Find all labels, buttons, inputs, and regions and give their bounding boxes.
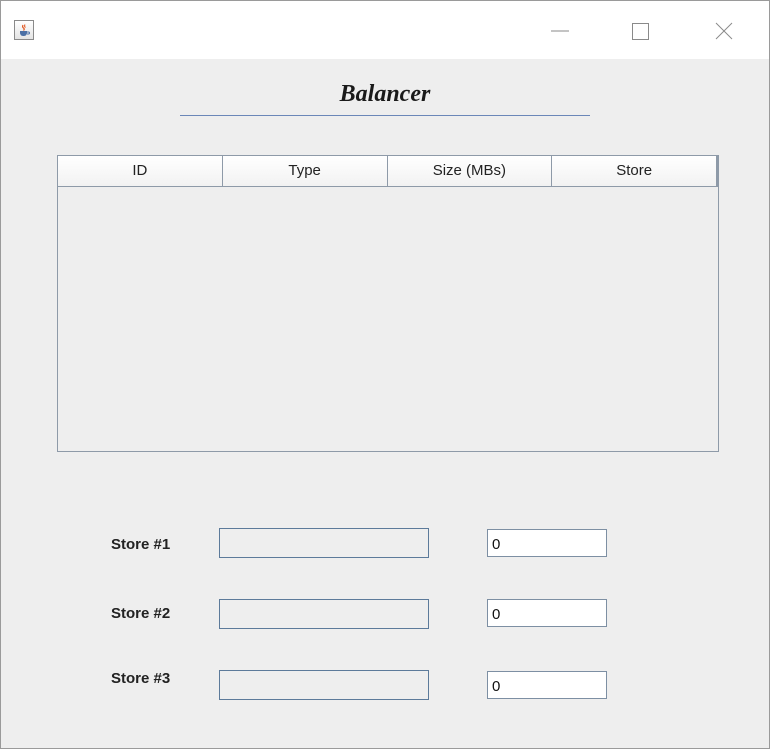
store-2-count-field[interactable]: [487, 599, 607, 627]
column-header-id[interactable]: ID: [58, 156, 223, 186]
store-3-progress-bar: [219, 670, 429, 700]
page-title: Balancer: [339, 81, 431, 107]
table-header: ID Type Size (MBs) Store: [58, 156, 718, 187]
store-1-count-field[interactable]: [487, 529, 607, 557]
app-window: Balancer ID Type Size (MBs) Store Store …: [0, 0, 770, 749]
store-2-progress-bar: [219, 599, 429, 629]
maximize-button[interactable]: [617, 15, 663, 47]
store-1-progress-bar: [219, 528, 429, 558]
minimize-button[interactable]: [537, 15, 583, 47]
store-1-label: Store #1: [111, 536, 171, 553]
column-header-store[interactable]: Store: [552, 156, 718, 186]
store-3-label: Store #3: [111, 670, 171, 687]
maximize-icon: [632, 23, 649, 40]
store-2-label: Store #2: [111, 605, 171, 622]
close-icon: [715, 22, 733, 40]
minimize-icon: [551, 30, 569, 32]
title-bar[interactable]: [1, 1, 769, 59]
java-cup-icon[interactable]: [14, 20, 34, 40]
store-3-count-field[interactable]: [487, 671, 607, 699]
files-table[interactable]: ID Type Size (MBs) Store: [57, 155, 719, 452]
column-header-type[interactable]: Type: [223, 156, 388, 186]
title-underline: [180, 115, 590, 116]
close-button[interactable]: [701, 15, 747, 47]
column-header-size[interactable]: Size (MBs): [388, 156, 553, 186]
